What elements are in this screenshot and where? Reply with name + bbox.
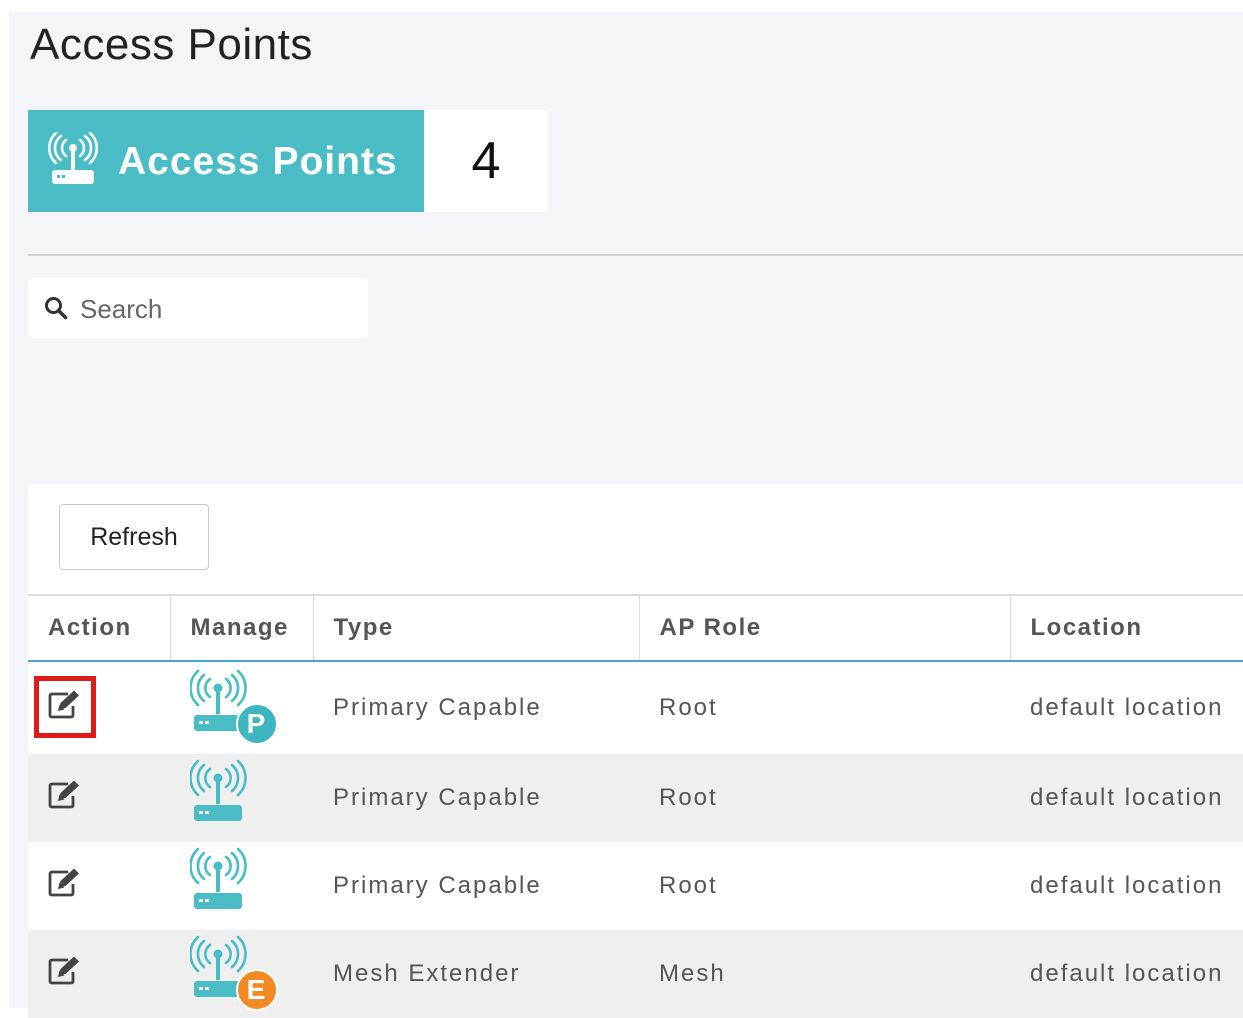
access-points-count: 4 (424, 110, 548, 212)
edit-button[interactable] (48, 868, 82, 902)
manage-cell (170, 842, 313, 930)
edit-button[interactable] (48, 780, 82, 814)
ap-role-badge: P (236, 702, 278, 745)
action-cell (28, 842, 170, 930)
column-header-type[interactable]: Type (313, 594, 640, 662)
column-header-manage[interactable]: Manage (170, 594, 314, 662)
table-row[interactable]: Primary Capable Root default location (28, 754, 1243, 842)
access-points-table: Action Manage Type AP Role Location P Pr… (28, 594, 1243, 1018)
type-cell: Primary Capable (333, 872, 542, 899)
access-point-icon[interactable] (190, 759, 280, 831)
search-icon (44, 296, 68, 325)
edit-icon (48, 867, 82, 904)
action-cell (28, 754, 170, 842)
manage-cell (170, 754, 313, 842)
access-point-icon (47, 131, 99, 193)
edit-button[interactable] (48, 956, 82, 990)
ap-role-cell: Root (659, 872, 718, 899)
table-row[interactable]: E Mesh Extender Mesh default location (28, 930, 1243, 1018)
access-point-icon[interactable]: P (190, 669, 280, 745)
type-cell: Primary Capable (333, 694, 542, 721)
summary-label: Access Points (118, 140, 398, 183)
ap-role-badge: E (236, 968, 278, 1011)
edit-icon (48, 689, 82, 726)
type-cell: Primary Capable (313, 754, 639, 842)
action-cell (28, 661, 170, 754)
search-input[interactable] (78, 278, 362, 340)
page-title: Access Points (30, 20, 313, 69)
edit-icon (48, 955, 82, 992)
search-box[interactable] (28, 278, 368, 340)
column-header-location[interactable]: Location (1010, 594, 1243, 662)
column-header-ap-role[interactable]: AP Role (639, 594, 1011, 662)
edit-button[interactable] (34, 676, 96, 739)
edit-icon (48, 779, 82, 816)
location-cell: default location (1010, 754, 1243, 842)
column-header-action[interactable]: Action (28, 594, 171, 662)
table-row[interactable]: Primary Capable Root default location (28, 842, 1243, 930)
manage-cell: P (170, 661, 313, 754)
table-header-row: Action Manage Type AP Role Location (28, 594, 1243, 662)
table-row[interactable]: P Primary Capable Root default location (28, 661, 1243, 754)
ap-role-cell: Root (659, 694, 718, 721)
action-cell (28, 930, 170, 1018)
refresh-button[interactable]: Refresh (59, 504, 209, 570)
manage-cell: E (170, 930, 313, 1018)
access-points-summary-tile: Access Points (28, 110, 424, 212)
access-point-icon[interactable] (190, 847, 280, 919)
access-points-panel: Refresh Action Manage Type AP Role Locat… (28, 484, 1243, 1018)
ap-role-cell: Mesh (639, 930, 1010, 1018)
access-point-icon[interactable]: E (190, 935, 280, 1011)
location-cell: default location (1010, 930, 1243, 1018)
type-cell: Mesh Extender (313, 930, 639, 1018)
location-cell: default location (1030, 872, 1224, 899)
location-cell: default location (1030, 694, 1224, 721)
section-divider (28, 254, 1243, 256)
ap-role-cell: Root (639, 754, 1010, 842)
